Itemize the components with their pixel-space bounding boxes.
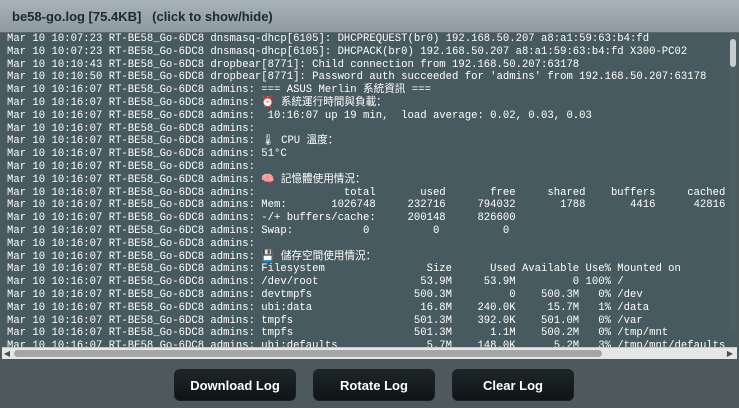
log-line: Mar 10 10:16:07 RT-BE58_Go-6DC8 admins: … — [7, 173, 366, 186]
log-line: Mar 10 10:16:07 RT-BE58_Go-6DC8 admins: … — [7, 109, 592, 122]
download-log-button[interactable]: Download Log — [174, 369, 296, 401]
log-line: Mar 10 10:16:07 RT-BE58_Go-6DC8 admins: … — [7, 96, 387, 109]
horizontal-scrollbar[interactable]: ◀ ▶ — [2, 347, 737, 359]
log-line: Mar 10 10:16:07 RT-BE58_Go-6DC8 admins: … — [7, 327, 669, 340]
log-line: Mar 10 10:16:07 RT-BE58_Go-6DC8 admins: — [7, 122, 262, 135]
log-line: Mar 10 10:10:43 RT-BE58_Go-6DC8 dropbear… — [7, 58, 580, 71]
log-line: Mar 10 10:16:07 RT-BE58_Go-6DC8 admins: … — [7, 199, 726, 212]
log-line: Mar 10 10:16:07 RT-BE58_Go-6DC8 admins: … — [7, 276, 624, 289]
log-line: Mar 10 10:16:07 RT-BE58_Go-6DC8 admins: … — [7, 340, 726, 347]
log-line: Mar 10 10:16:07 RT-BE58_Go-6DC8 admins: … — [7, 263, 681, 276]
log-header[interactable]: be58-go.log [75.4KB] (click to show/hide… — [0, 0, 739, 33]
vertical-scroll-thumb[interactable] — [730, 39, 736, 67]
log-line: Mar 10 10:07:23 RT-BE58_Go-6DC8 dnsmasq-… — [7, 33, 650, 45]
log-line: Mar 10 10:16:07 RT-BE58_Go-6DC8 admins: … — [7, 224, 510, 237]
log-line: Mar 10 10:16:07 RT-BE58_Go-6DC8 admins: … — [7, 148, 287, 161]
log-line: Mar 10 10:16:07 RT-BE58_Go-6DC8 admins: … — [7, 250, 377, 263]
log-file-title[interactable]: be58-go.log [75.4KB] (click to show/hide… — [12, 9, 273, 24]
log-line: Mar 10 10:16:07 RT-BE58_Go-6DC8 admins: — [7, 237, 262, 250]
log-line: Mar 10 10:16:07 RT-BE58_Go-6DC8 admins: … — [7, 301, 650, 314]
log-line: Mar 10 10:16:07 RT-BE58_Go-6DC8 admins: … — [7, 84, 431, 97]
log-line: Mar 10 10:16:07 RT-BE58_Go-6DC8 admins: — [7, 160, 262, 173]
rotate-log-button[interactable]: Rotate Log — [313, 369, 435, 401]
log-line: Mar 10 10:07:23 RT-BE58_Go-6DC8 dnsmasq-… — [7, 45, 688, 58]
horizontal-scroll-thumb[interactable] — [14, 350, 602, 357]
log-actions: Download Log Rotate Log Clear Log — [0, 360, 739, 408]
log-line: Mar 10 10:16:07 RT-BE58_Go-6DC8 admins: … — [7, 314, 643, 327]
log-text: Mar 10 10:07:23 RT-BE58_Go-6DC8 dnsmasq-… — [7, 33, 725, 347]
log-line: Mar 10 10:16:07 RT-BE58_Go-6DC8 admins: … — [7, 186, 726, 199]
log-line: Mar 10 10:16:07 RT-BE58_Go-6DC8 admins: … — [7, 135, 339, 148]
log-viewer[interactable]: Mar 10 10:07:23 RT-BE58_Go-6DC8 dnsmasq-… — [2, 33, 737, 347]
log-line: Mar 10 10:10:50 RT-BE58_Go-6DC8 dropbear… — [7, 71, 707, 84]
clear-log-button[interactable]: Clear Log — [452, 369, 574, 401]
log-line: Mar 10 10:16:07 RT-BE58_Go-6DC8 admins: … — [7, 288, 643, 301]
scroll-left-arrow-icon[interactable]: ◀ — [2, 349, 12, 359]
scroll-right-arrow-icon[interactable]: ▶ — [725, 349, 735, 359]
vertical-scrollbar[interactable] — [729, 33, 737, 333]
log-line: Mar 10 10:16:07 RT-BE58_Go-6DC8 admins: … — [7, 212, 516, 225]
